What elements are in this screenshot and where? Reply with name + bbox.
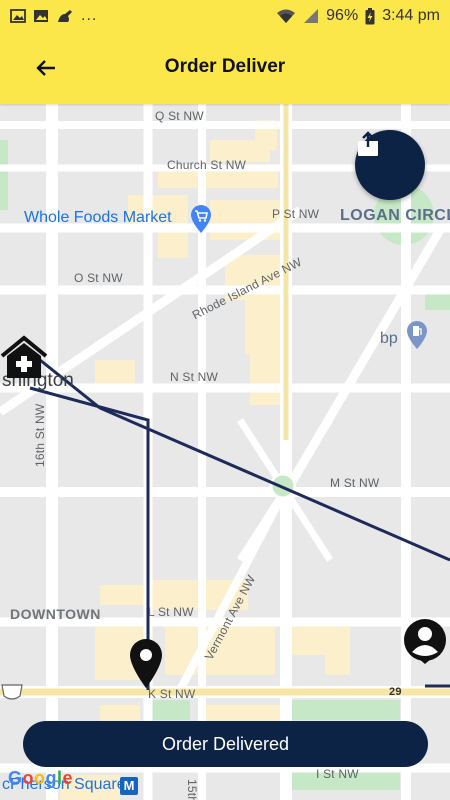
- battery-percentage: 96%: [326, 7, 359, 24]
- page-title: Order Deliver: [164, 56, 286, 77]
- metro-station-icon[interactable]: M: [120, 777, 138, 795]
- highway-29-shield-icon: [1, 684, 23, 700]
- status-bar: ... 96% 3:44 pm: [0, 0, 450, 32]
- hospital-marker-icon[interactable]: [0, 334, 50, 380]
- street-label-n-st: N St NW: [170, 370, 219, 384]
- street-label-i-st: I St NW: [316, 767, 359, 781]
- delivery-location-pin-icon[interactable]: [128, 637, 164, 689]
- order-delivered-button[interactable]: Order Delivered: [23, 721, 428, 767]
- shopping-cart-icon[interactable]: [189, 204, 213, 234]
- google-attribution-logo: Google: [8, 768, 74, 788]
- street-label-p-st: P St NW: [272, 207, 320, 221]
- gallery-notification-icon: [34, 10, 48, 22]
- share-button[interactable]: [355, 130, 425, 200]
- street-label-o-st: O St NW: [74, 271, 123, 285]
- place-label-downtown: DOWNTOWN: [10, 606, 101, 622]
- battery-charging-icon: [365, 7, 375, 24]
- poi-label-whole-foods[interactable]: Whole Foods Market: [24, 209, 172, 227]
- place-label-logan-circle: LOGAN CIRCL: [340, 207, 450, 224]
- share-icon: [358, 131, 378, 156]
- wifi-icon: [277, 9, 296, 23]
- street-label-16th-st: 16th St NW: [33, 403, 47, 467]
- system-icons: 96% 3:44 pm: [276, 7, 440, 25]
- gas-station-icon[interactable]: [405, 320, 429, 350]
- street-label-l-st: L St NW: [148, 605, 194, 619]
- more-notifications-indicator: ...: [81, 7, 98, 24]
- status-time: 3:44 pm: [382, 7, 440, 24]
- street-label-q-st: Q St NW: [155, 109, 204, 123]
- street-label-15th-st: 15th St: [185, 779, 199, 800]
- signal-icon: [304, 9, 319, 23]
- customer-avatar-marker-icon[interactable]: [402, 618, 448, 664]
- poi-label-bp[interactable]: bp: [380, 330, 398, 348]
- notification-icons: ...: [10, 7, 97, 25]
- order-deliver-screen: ... 96% 3:44 pm Order Deliver Q St NW Ch…: [0, 0, 450, 800]
- cleaning-notification-icon: [58, 10, 72, 22]
- image-notification-icon: [10, 9, 26, 23]
- street-label-church-st: Church St NW: [167, 158, 247, 172]
- street-label-k-st: K St NW: [148, 687, 196, 701]
- app-bar: Order Deliver: [0, 32, 450, 104]
- street-label-m-st: M St NW: [330, 476, 380, 490]
- map-view[interactable]: Q St NW Church St NW P St NW O St NW Rho…: [0, 104, 450, 800]
- highway-29-label: 29: [389, 686, 402, 698]
